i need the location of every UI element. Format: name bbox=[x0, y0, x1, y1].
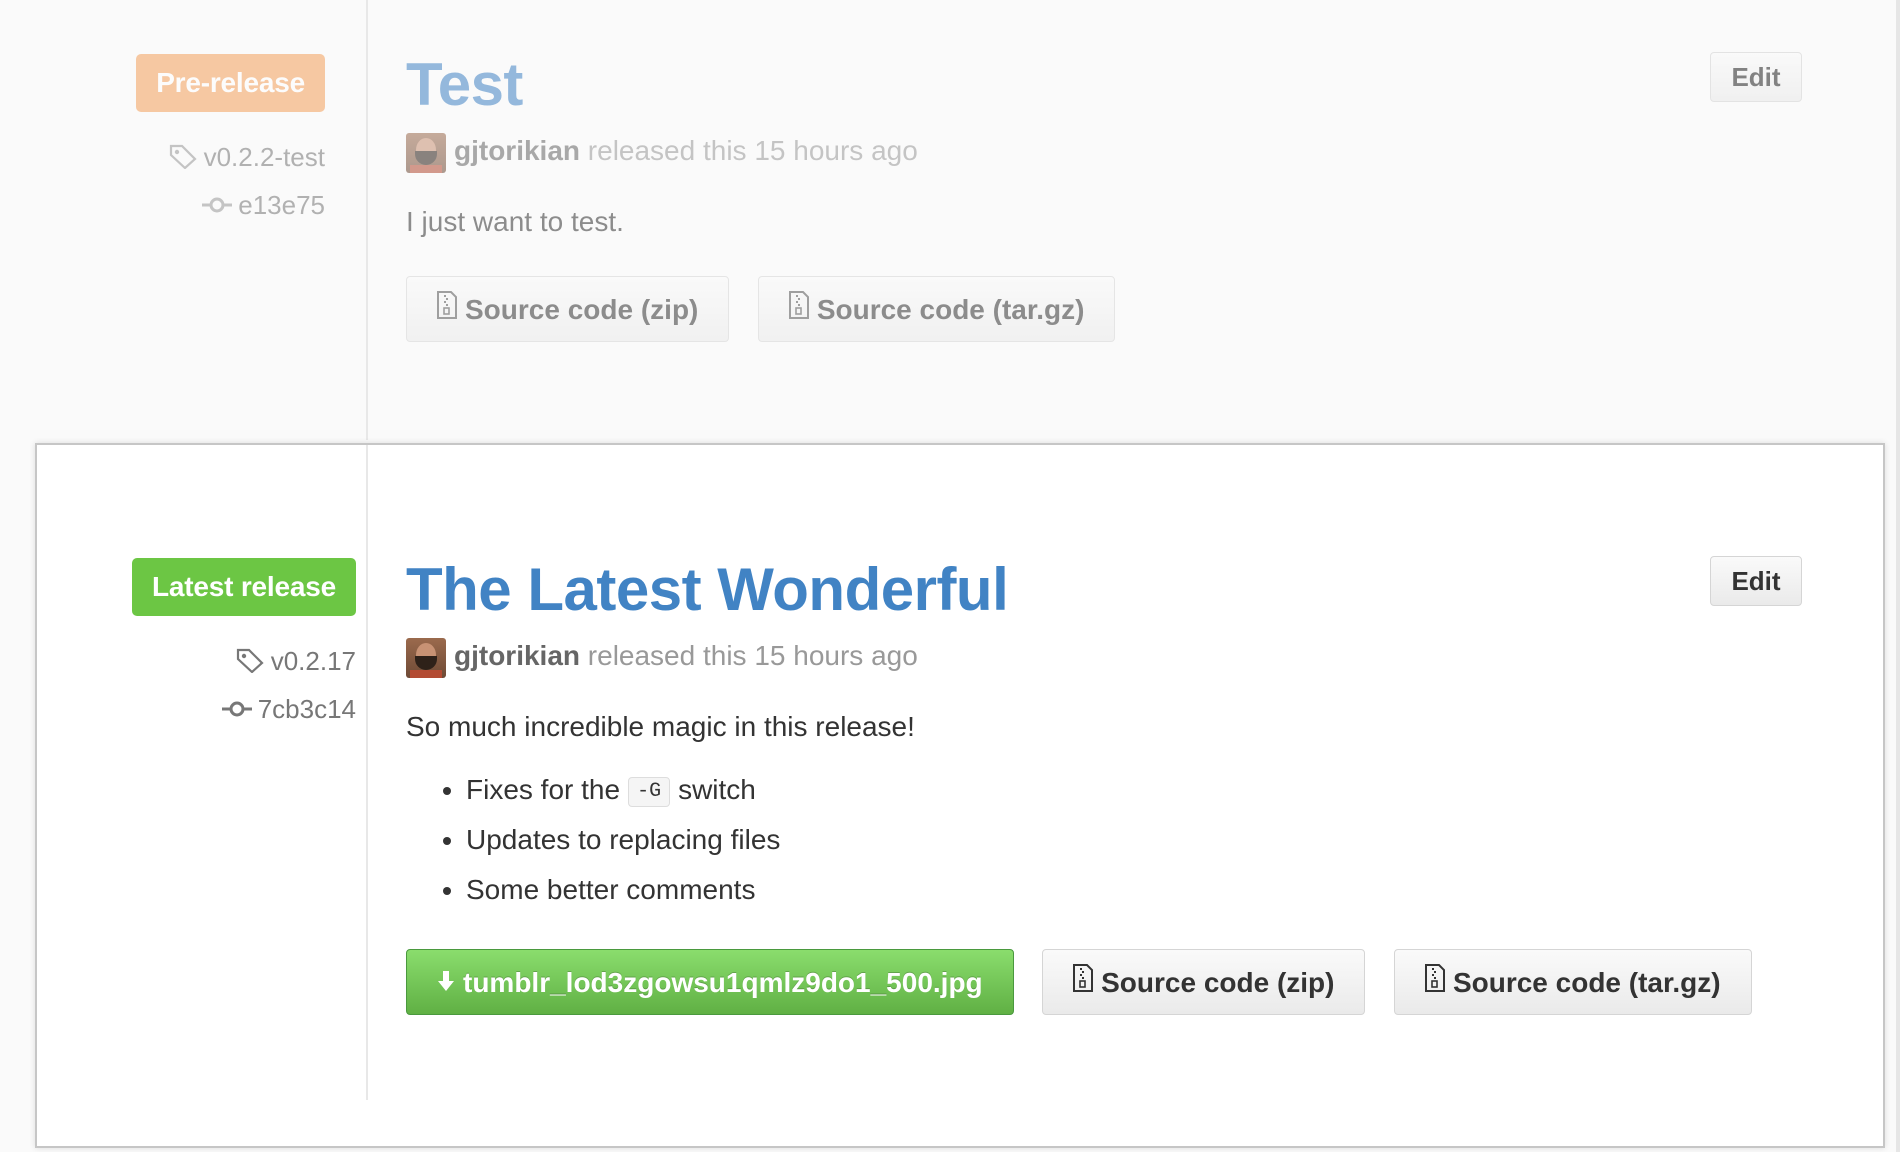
tag-icon bbox=[168, 143, 198, 176]
page-edge bbox=[1896, 0, 1900, 1152]
latest-release-badge: Latest release bbox=[132, 558, 356, 616]
tag-link[interactable]: v0.2.2-test bbox=[136, 142, 325, 176]
released-time: released this 15 hours ago bbox=[587, 135, 918, 166]
release-latest: Latest release v0.2.17 7cb3c14 The Lates… bbox=[35, 443, 1885, 1148]
source-targz-label: Source code (tar.gz) bbox=[1452, 967, 1721, 998]
release-body: The Latest Wonderful gjtorikian released… bbox=[406, 555, 1752, 1016]
avatar[interactable] bbox=[406, 132, 446, 173]
file-zip-icon bbox=[1073, 950, 1094, 1016]
list-item: Fixes for the-Gswitch bbox=[466, 765, 1706, 815]
source-zip-label: Source code (zip) bbox=[1101, 967, 1335, 998]
release-meta: Latest release v0.2.17 7cb3c14 bbox=[132, 558, 356, 726]
source-targz-button[interactable]: Source code (tar.gz) bbox=[757, 276, 1116, 343]
timeline-divider bbox=[366, 0, 368, 440]
download-buttons: Source code (zip) Source code (tar.gz) bbox=[406, 276, 1656, 342]
source-targz-button[interactable]: Source code (tar.gz) bbox=[1393, 949, 1752, 1016]
tag-label: v0.2.2-test bbox=[203, 142, 325, 172]
source-zip-button[interactable]: Source code (zip) bbox=[406, 276, 730, 343]
commit-icon bbox=[202, 191, 233, 222]
release-meta: Pre-release v0.2.2-test e13e75 bbox=[136, 54, 325, 222]
edit-button[interactable]: Edit bbox=[1710, 52, 1802, 102]
commit-link[interactable]: e13e75 bbox=[136, 190, 325, 223]
list-item: Updates to replacing files bbox=[466, 815, 1706, 865]
source-targz-label: Source code (tar.gz) bbox=[816, 294, 1085, 325]
list-item: Some better comments bbox=[466, 865, 1706, 915]
release-description: So much incredible magic in this release… bbox=[406, 711, 915, 742]
tag-icon bbox=[235, 647, 265, 680]
commit-icon bbox=[221, 695, 252, 726]
released-time: released this 15 hours ago bbox=[587, 640, 918, 671]
release-description: I just want to test. bbox=[406, 206, 624, 237]
commit-link[interactable]: 7cb3c14 bbox=[132, 694, 356, 727]
release-notes-list: Fixes for the-Gswitch Updates to replaci… bbox=[406, 765, 1706, 915]
author-name[interactable]: gjtorikian bbox=[454, 640, 580, 671]
download-buttons: tumblr_lod3zgowsu1qmlz9do1_500.jpg Sourc… bbox=[406, 949, 1752, 1016]
release-title[interactable]: Test bbox=[406, 50, 1656, 120]
prerelease-badge: Pre-release bbox=[136, 54, 325, 112]
release-title[interactable]: The Latest Wonderful bbox=[406, 555, 1706, 625]
tag-link[interactable]: v0.2.17 bbox=[132, 646, 356, 680]
release-author-line: gjtorikian released this 15 hours ago bbox=[406, 635, 1706, 678]
source-zip-label: Source code (zip) bbox=[465, 294, 699, 325]
commit-label: 7cb3c14 bbox=[257, 693, 356, 724]
code-snippet: -G bbox=[628, 776, 671, 807]
file-zip-icon bbox=[437, 277, 457, 343]
release-author-line: gjtorikian released this 15 hours ago bbox=[406, 130, 1656, 173]
file-zip-icon bbox=[1424, 950, 1445, 1016]
source-zip-button[interactable]: Source code (zip) bbox=[1042, 949, 1366, 1016]
asset-download-button[interactable]: tumblr_lod3zgowsu1qmlz9do1_500.jpg bbox=[406, 949, 1014, 1015]
asset-label: tumblr_lod3zgowsu1qmlz9do1_500.jpg bbox=[463, 967, 983, 998]
tag-label: v0.2.17 bbox=[270, 646, 356, 676]
file-zip-icon bbox=[788, 277, 809, 343]
commit-label: e13e75 bbox=[238, 189, 325, 220]
release-prerelease: Pre-release v0.2.2-test e13e75 Test gjto… bbox=[0, 0, 1900, 440]
release-body: Test gjtorikian released this 15 hours a… bbox=[406, 50, 1656, 342]
download-arrow-icon bbox=[437, 950, 455, 1016]
timeline-divider bbox=[366, 445, 368, 1100]
author-name[interactable]: gjtorikian bbox=[454, 135, 580, 166]
edit-button[interactable]: Edit bbox=[1710, 556, 1802, 606]
avatar[interactable] bbox=[406, 637, 446, 678]
